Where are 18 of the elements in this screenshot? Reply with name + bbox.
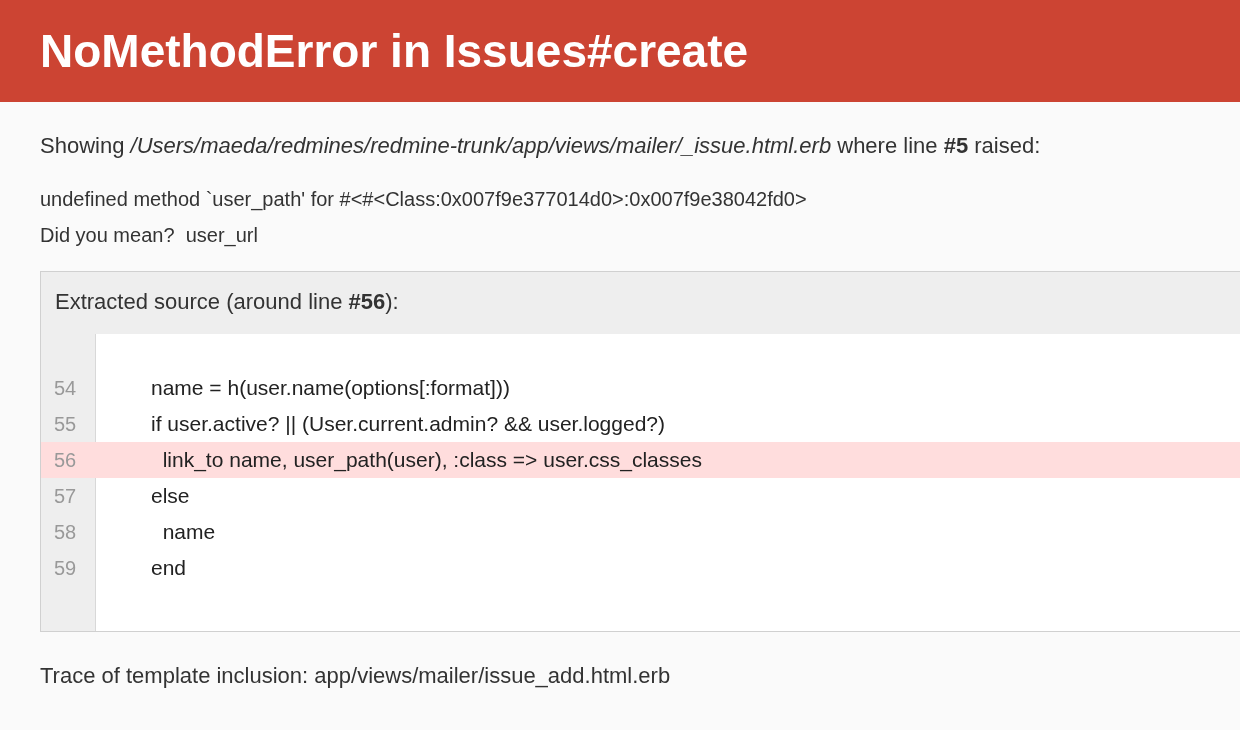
source-heading: Extracted source (around line #56): — [54, 288, 400, 316]
line-number: 56 — [53, 448, 78, 473]
error-title: NoMethodError in Issues#create — [40, 28, 749, 74]
error-message: undefined method `user_path' for #<#<Class:0x007f9e377014d0>:0x007f9e38042fd0> — [40, 187, 808, 213]
line-number: 57 — [41, 478, 96, 514]
error-message: Did you mean? user_url — [40, 223, 259, 249]
code-text: end — [150, 555, 187, 582]
line-number: 55 — [41, 406, 96, 442]
line-number: 58 — [41, 514, 96, 550]
code-text: name — [161, 519, 216, 546]
trace-text: Trace of template inclusion: app/views/mailer/issue_add.html.erb — [39, 662, 672, 690]
error-summary: Showing /Users/maeda/redmines/redmine-trunk/app/views/mailer/_issue.html.erb where line #5 raised: — [39, 132, 1042, 160]
code-text: if user.active? || (User.current.admin? && user.logged?) — [150, 411, 665, 438]
code-text: link_to name, user_path(user), :class => user.css_classes — [161, 447, 702, 474]
line-number: 59 — [41, 550, 96, 586]
code-text: name = h(user.name(options[:format])) — [150, 375, 510, 402]
line-number: 54 — [41, 370, 96, 406]
code-text: else — [150, 483, 190, 510]
